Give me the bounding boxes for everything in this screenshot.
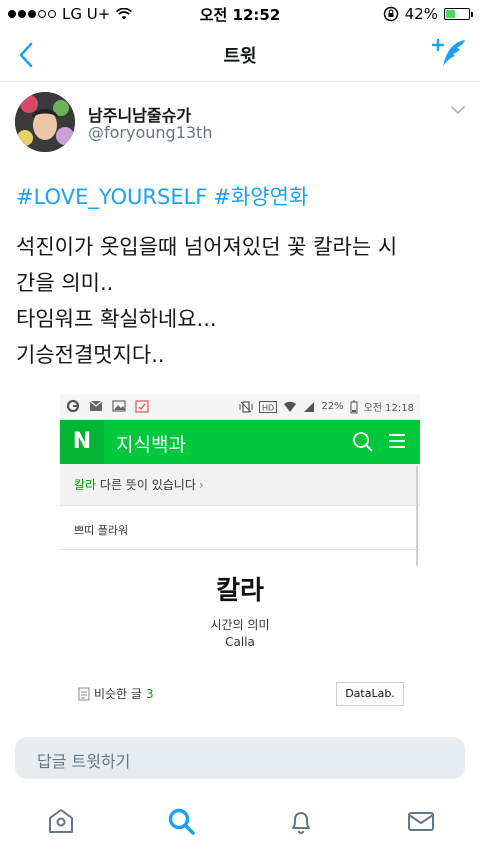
battery-icon bbox=[444, 8, 473, 20]
nav-bar: 트윗 bbox=[0, 28, 480, 82]
notice-text: 다른 뜻이 있습니다 bbox=[96, 478, 196, 492]
avatar[interactable] bbox=[15, 92, 75, 152]
status-right: 42% bbox=[383, 5, 473, 23]
app-icon bbox=[66, 399, 80, 413]
naver-header: N 지식백과 bbox=[60, 420, 420, 464]
header-title: 지식백과 bbox=[116, 434, 186, 456]
similar-articles: 비슷한 글 3 bbox=[78, 685, 154, 702]
reply-input[interactable]: 답글 트윗하기 bbox=[15, 737, 465, 779]
datalab-badge: DataLab. bbox=[336, 682, 404, 706]
search-icon[interactable] bbox=[166, 806, 196, 836]
tab-bar bbox=[0, 796, 480, 854]
similar-count: 3 bbox=[145, 686, 154, 701]
search-icon bbox=[353, 432, 373, 452]
author-handle[interactable]: @foryoung13th bbox=[88, 123, 212, 142]
media-battery-percent: 22% bbox=[321, 401, 344, 412]
tweet-line: 타임워프 확실하네요... bbox=[16, 307, 217, 331]
hashtag-link[interactable]: #화양연화 bbox=[213, 185, 308, 209]
home-icon[interactable] bbox=[46, 806, 76, 836]
hashtag-link[interactable]: #LOVE_YOURSELF bbox=[16, 185, 207, 209]
rotation-lock-icon bbox=[383, 6, 398, 22]
naver-logo: N bbox=[60, 420, 104, 464]
disambiguation-notice: 칼라 다른 뜻이 있습니다 › bbox=[60, 464, 420, 506]
tweet-line: 기승전결멋지다.. bbox=[16, 343, 165, 367]
notice-keyword: 칼라 bbox=[74, 478, 97, 492]
tweet-media-image[interactable]: HD 22% 오전 12:18 N 지식백과 칼라 다른 뜻이 있습니다 › 쁘띠… bbox=[60, 394, 420, 719]
signal-strength-icon bbox=[304, 401, 315, 412]
hashtags: #LOVE_YOURSELF #화양연화 bbox=[16, 181, 314, 211]
entry-english-name: Calla bbox=[225, 635, 255, 649]
entry-meaning: 시간의 의미 bbox=[210, 618, 270, 632]
battery-percent: 42% bbox=[404, 5, 438, 23]
calendar-icon bbox=[135, 400, 149, 413]
tweet-line: 석진이가 옷입을때 넘어져있던 꽃 칼라는 시 bbox=[16, 235, 398, 259]
entry-title: 칼라 bbox=[216, 576, 264, 606]
compose-tweet-icon[interactable] bbox=[432, 36, 468, 72]
battery-icon bbox=[350, 400, 358, 413]
menu-icon bbox=[389, 434, 405, 448]
media-status-time: 오전 12:18 bbox=[363, 403, 414, 414]
document-icon bbox=[78, 687, 90, 700]
source-category: 쁘띠 플라워 bbox=[60, 506, 420, 550]
chevron-down-icon[interactable] bbox=[450, 104, 466, 116]
messages-icon[interactable] bbox=[406, 806, 436, 836]
media-status-bar: HD 22% 오전 12:18 bbox=[60, 394, 420, 420]
tweet-line: 간을 의미.. bbox=[16, 271, 114, 295]
vibrate-icon bbox=[239, 400, 253, 413]
page-title: 트윗 bbox=[223, 46, 257, 67]
notifications-icon[interactable] bbox=[286, 806, 316, 836]
image-icon bbox=[112, 400, 126, 412]
wifi-icon bbox=[284, 401, 297, 412]
status-bar: LG U+ 오전 12:52 42% bbox=[0, 0, 480, 28]
scroll-indicator bbox=[416, 466, 418, 566]
svg-text:HD: HD bbox=[262, 403, 274, 412]
tweet-text: 석진이가 옷입을때 넘어져있던 꽃 칼라는 시 간을 의미.. 타임워프 확실하… bbox=[16, 229, 466, 373]
chevron-right-icon: › bbox=[198, 478, 204, 492]
mail-icon bbox=[89, 400, 103, 411]
similar-label: 비슷한 글 bbox=[94, 687, 142, 701]
hd-icon: HD bbox=[259, 400, 278, 413]
